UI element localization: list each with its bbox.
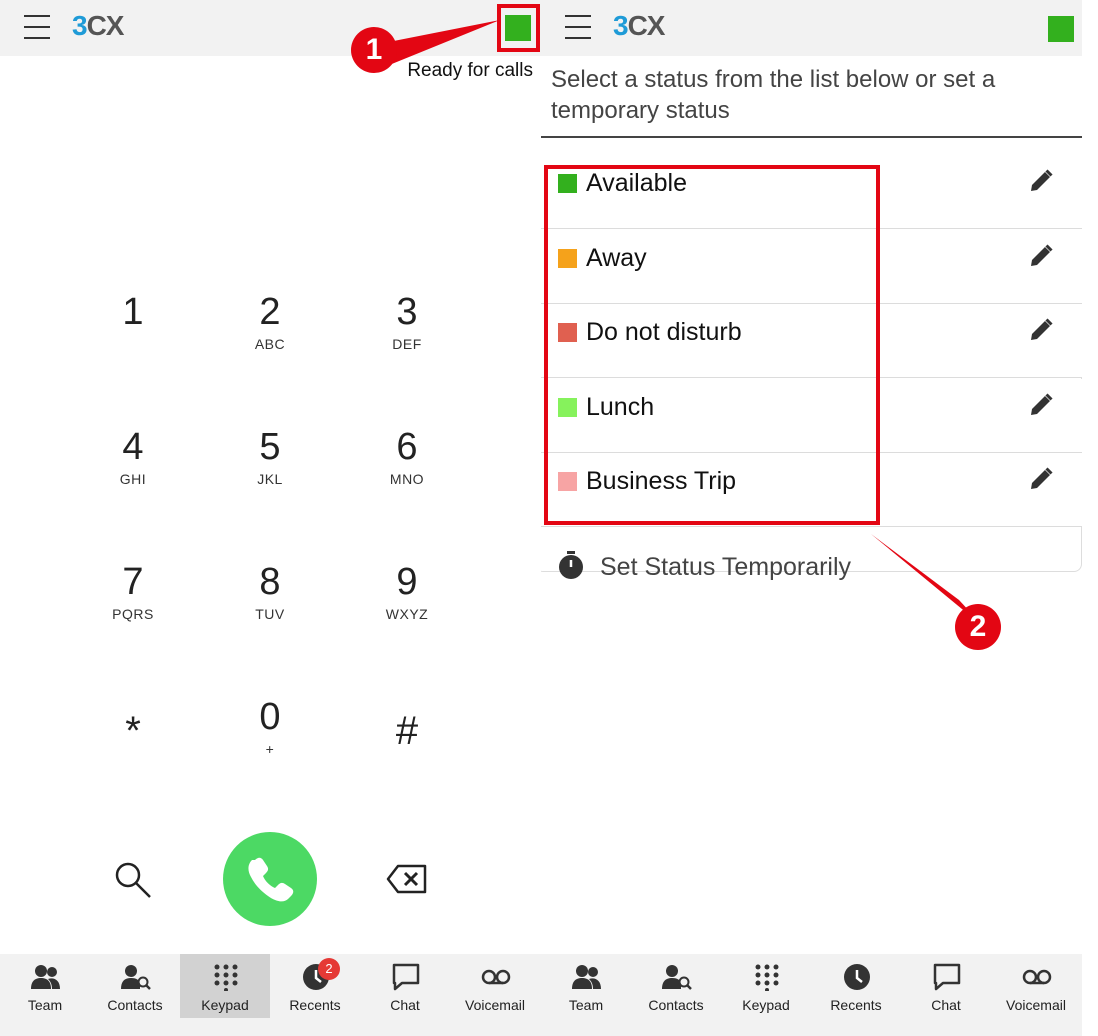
keypad-digit: *: [125, 709, 141, 753]
keypad-letters: GHI: [119, 471, 147, 487]
keypad-letters: MNO: [389, 471, 425, 487]
nav-label: Chat: [931, 997, 961, 1013]
keypad-key-3[interactable]: 3 DEF: [347, 290, 467, 390]
menu-icon[interactable]: [565, 15, 591, 39]
keypad-key-1[interactable]: 1: [73, 290, 193, 390]
keypad-key-hash[interactable]: #: [347, 695, 467, 795]
status-prompt: Select a status from the list below or s…: [551, 66, 996, 124]
status-indicator-button[interactable]: [1048, 16, 1074, 42]
search-icon[interactable]: [113, 860, 153, 900]
keypad-key-5[interactable]: 5 JKL: [210, 425, 330, 525]
dialer-screen: 3CX Ready for calls 1 1 2 ABC 3 DEF 4 GHI 5 JKL 6…: [0, 0, 541, 1036]
app-logo: 3CX: [72, 10, 124, 41]
edit-pencil-icon[interactable]: [1028, 243, 1054, 274]
keypad-letters: WXYZ: [385, 606, 429, 622]
keypad-letters: JKL: [257, 471, 283, 487]
nav-team[interactable]: Team: [541, 954, 631, 1018]
keypad-letters: PQRS: [112, 606, 154, 622]
nav-label: Chat: [390, 997, 420, 1013]
bottom-nav: Team Contacts Keypad 2 Recents Chat Voicemail: [0, 954, 541, 1036]
nav-label: Team: [27, 997, 63, 1013]
nav-label: Contacts: [107, 997, 163, 1013]
keypad-digit: 5: [259, 426, 281, 468]
app-logo: 3CX: [613, 10, 665, 41]
keypad-key-0[interactable]: 0 +: [210, 695, 330, 795]
nav-label: Recents: [289, 997, 341, 1013]
set-status-temporarily-label: Set Status Temporarily: [600, 553, 852, 581]
keypad-letters: DEF: [392, 336, 422, 352]
nav-label: Keypad: [742, 997, 790, 1013]
keypad-digit: 2: [259, 291, 281, 333]
backspace-icon[interactable]: [386, 864, 428, 894]
keypad-digit: 1: [122, 291, 144, 333]
nav-keypad[interactable]: Keypad: [721, 954, 811, 1018]
phone-icon: [248, 857, 294, 902]
nav-chat[interactable]: Chat: [360, 954, 450, 1018]
keypad-key-9[interactable]: 9 WXYZ: [347, 560, 467, 660]
nav-label: Contacts: [648, 997, 704, 1013]
callout-badge: 2: [955, 604, 1001, 650]
keypad-digit: 8: [259, 561, 281, 603]
nav-keypad[interactable]: Keypad: [180, 954, 270, 1018]
keypad-letters: TUV: [255, 606, 285, 622]
keypad-key-6[interactable]: 6 MNO: [347, 425, 467, 525]
menu-icon[interactable]: [24, 15, 50, 39]
keypad-digit: 0: [259, 696, 281, 738]
nav-label: Recents: [830, 997, 882, 1013]
keypad-digit: 9: [396, 561, 418, 603]
nav-recents[interactable]: Recents: [811, 954, 901, 1018]
keypad-digit: 3: [396, 291, 418, 333]
call-button[interactable]: [223, 832, 317, 926]
status-list-highlight-box: [544, 165, 880, 525]
edit-pencil-icon[interactable]: [1028, 317, 1054, 348]
edit-pencil-icon[interactable]: [1028, 392, 1054, 423]
keypad-digit: 7: [122, 561, 144, 603]
keypad-key-star[interactable]: *: [73, 695, 193, 795]
app-header: 3CX: [541, 0, 1082, 56]
edit-pencil-icon[interactable]: [1028, 168, 1054, 199]
status-screen: 3CX Select a status from the list below …: [541, 0, 1082, 1036]
nav-team[interactable]: Team: [0, 954, 90, 1018]
keypad-digit: 6: [396, 426, 418, 468]
nav-label: Voicemail: [1006, 997, 1066, 1013]
nav-chat[interactable]: Chat: [901, 954, 991, 1018]
keypad-key-7[interactable]: 7 PQRS: [73, 560, 193, 660]
nav-contacts[interactable]: Contacts: [631, 954, 721, 1018]
nav-label: Team: [568, 997, 604, 1013]
keypad-key-4[interactable]: 4 GHI: [73, 425, 193, 525]
divider: [541, 136, 1082, 138]
nav-voicemail[interactable]: Voicemail: [450, 954, 540, 1018]
nav-voicemail[interactable]: Voicemail: [991, 954, 1081, 1018]
nav-contacts[interactable]: Contacts: [90, 954, 180, 1018]
callout-badge: 1: [351, 27, 397, 73]
keypad-key-2[interactable]: 2 ABC: [210, 290, 330, 390]
keypad-letters: ABC: [254, 336, 286, 352]
nav-label: Keypad: [201, 997, 249, 1013]
keypad-letters: +: [265, 741, 275, 757]
keypad-key-8[interactable]: 8 TUV: [210, 560, 330, 660]
timer-icon: [559, 551, 583, 579]
recents-badge: 2: [318, 958, 340, 980]
nav-recents[interactable]: 2 Recents: [270, 954, 360, 1018]
edit-pencil-icon[interactable]: [1028, 466, 1054, 497]
bottom-nav: Team Contacts Keypad Recents Chat Voicemail: [541, 954, 1082, 1036]
keypad-digit: 4: [122, 426, 144, 468]
keypad-digit: #: [395, 709, 419, 753]
nav-label: Voicemail: [465, 997, 525, 1013]
